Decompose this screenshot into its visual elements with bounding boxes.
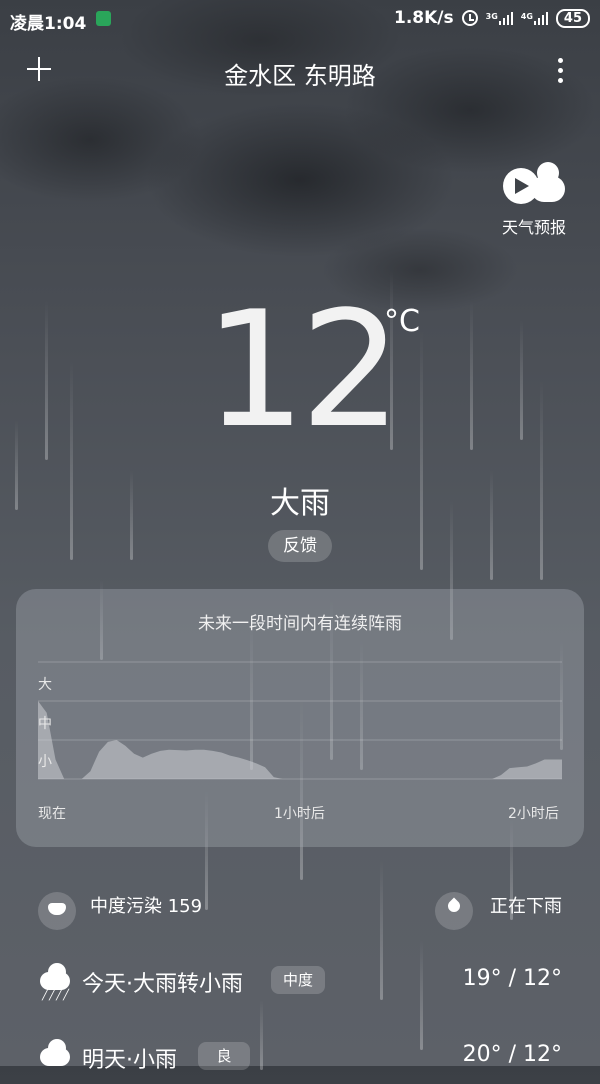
current-temperature: 12 °C [0,280,600,460]
y-label-heavy: 大 [38,677,52,693]
precipitation-card[interactable]: 未来一段时间内有连续阵雨 大 中 小 现在 1小时后 2小时后 [16,589,584,847]
forecast-row-tomorrow[interactable]: 明天·小雨 良 20° / 12° [0,1034,600,1084]
forecast-label: 今天·大雨转小雨 [82,972,243,997]
location-title[interactable]: 金水区 东明路 [0,56,600,91]
feedback-button[interactable]: 反馈 [268,530,332,562]
y-label-light: 小 [38,754,52,770]
air-quality-text[interactable]: 中度污染 159 [90,892,202,918]
alarm-icon [461,10,478,26]
x-label-2h: 2小时后 [508,806,559,822]
signal-3g-icon: 3G [486,11,513,25]
temperature-range: 19° / 12° [462,966,562,991]
forecast-row-today[interactable]: ╱╱╱╱ 今天·大雨转小雨 中度 19° / 12° [0,958,600,1008]
network-3g-label: 3G [485,12,498,21]
battery-indicator: 45 [555,8,590,28]
header: 金水区 东明路 [0,50,600,94]
network-speed: 1.8K/s [394,8,454,28]
temperature-value: 12 [204,276,402,463]
status-right: 1.8K/s 3G 4G 45 [394,8,590,28]
notification-app-icon [96,11,111,26]
video-forecast-label: 天气预报 [501,218,566,237]
more-vertical-icon[interactable] [556,56,564,84]
rain-drops-icon: ╱╱╱╱ [42,990,71,1001]
status-bar: 凌晨1:04 1.8K/s 3G 4G 45 [0,0,600,38]
aqi-tag: 中度 [271,966,325,994]
now-status-text: 正在下雨 [490,896,562,917]
video-forecast-button[interactable]: 天气预报 [494,158,574,238]
x-label-1h: 1小时后 [274,806,325,822]
temperature-unit: °C [384,304,420,339]
weather-condition: 大雨 [270,486,330,521]
x-label-now: 现在 [38,806,66,822]
temperature-range: 20° / 12° [462,1042,562,1067]
y-label-moderate: 中 [38,716,52,732]
status-time: 凌晨1:04 [10,14,87,34]
forecast-label: 明天·小雨 [82,1048,177,1073]
heavy-rain-icon [40,963,70,990]
video-play-icon [499,158,569,210]
network-4g-label: 4G [520,12,533,21]
signal-4g-icon: 4G [521,11,548,25]
light-rain-icon [40,1039,70,1066]
